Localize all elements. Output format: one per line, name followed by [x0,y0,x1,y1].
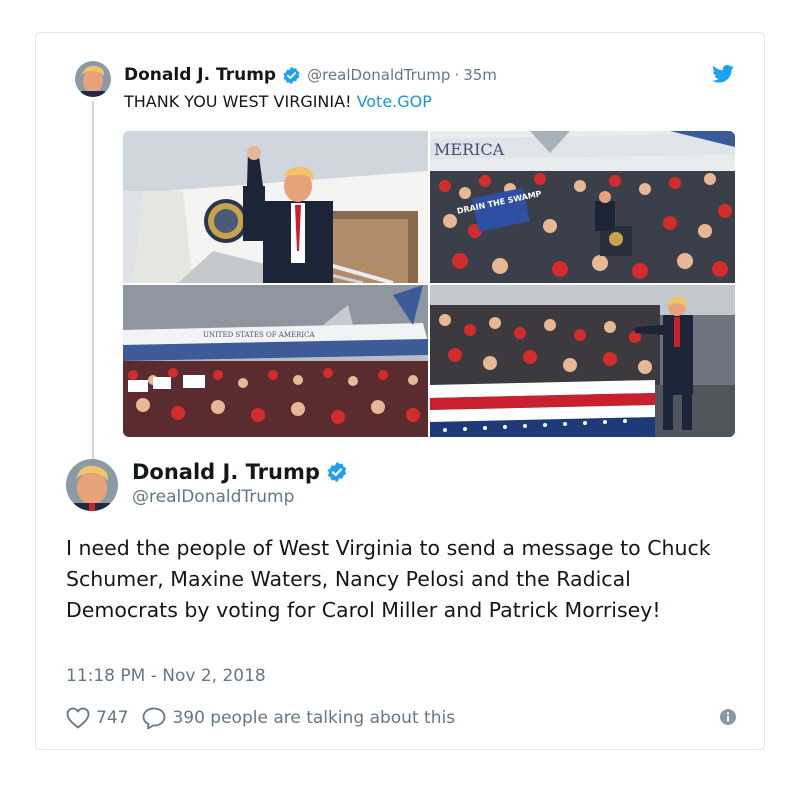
main-tweet-name-row: Donald J. Trump [132,458,348,486]
verified-badge-icon [282,66,301,85]
verified-badge-icon [326,461,348,483]
reply-button[interactable]: 390 people are talking about this [142,707,455,729]
photo-airforce-one-stairs[interactable] [123,131,428,283]
photo-airplane-crowd[interactable]: UNITED STATES OF AMERICA [123,285,428,437]
quoted-tweet-time[interactable]: 35m [463,66,497,84]
main-tweet-text: I need the people of West Virginia to se… [66,536,711,622]
main-tweet-avatar[interactable] [66,459,118,511]
quoted-tweet-handle[interactable]: @realDonaldTrump [307,66,450,84]
main-tweet-display-name[interactable]: Donald J. Trump [132,460,320,484]
photo-stage-crowd[interactable] [430,285,735,437]
reply-count-text: 390 people are talking about this [172,708,456,728]
speech-bubble-icon [143,707,166,729]
tweet-actions: 747 390 people are talking about this [66,705,736,731]
quoted-tweet-display-name[interactable]: Donald J. Trump [124,65,276,85]
vote-gop-link[interactable]: Vote.GOP [357,92,432,111]
info-icon[interactable] [720,709,736,725]
thread-line [92,101,94,493]
like-button[interactable]: 747 [66,707,128,729]
twitter-bird-icon[interactable] [712,65,734,83]
quoted-tweet-body: THANK YOU WEST VIRGINIA! [124,92,357,111]
quoted-tweet-text: THANK YOU WEST VIRGINIA! Vote.GOP [124,92,432,111]
quoted-tweet-media-grid: MERICA DRAIN THE SWAMP UNITED STATES OF … [123,131,735,437]
plane-lettering-2: UNITED STATES OF AMERICA [203,331,316,339]
like-count: 747 [96,708,129,728]
time-separator: · [454,66,460,84]
quoted-tweet-avatar[interactable] [75,61,111,97]
plane-lettering: MERICA [434,140,505,159]
main-tweet-timestamp[interactable]: 11:18 PM - Nov 2, 2018 [66,666,266,686]
heart-icon [66,707,90,729]
embedded-tweet-card: Donald J. Trump @realDonaldTrump · 35m T… [35,32,765,750]
quoted-tweet-header: Donald J. Trump @realDonaldTrump · 35m [124,63,724,87]
main-tweet-handle[interactable]: @realDonaldTrump [132,487,294,507]
photo-rally-crowd[interactable]: MERICA DRAIN THE SWAMP [430,131,735,283]
